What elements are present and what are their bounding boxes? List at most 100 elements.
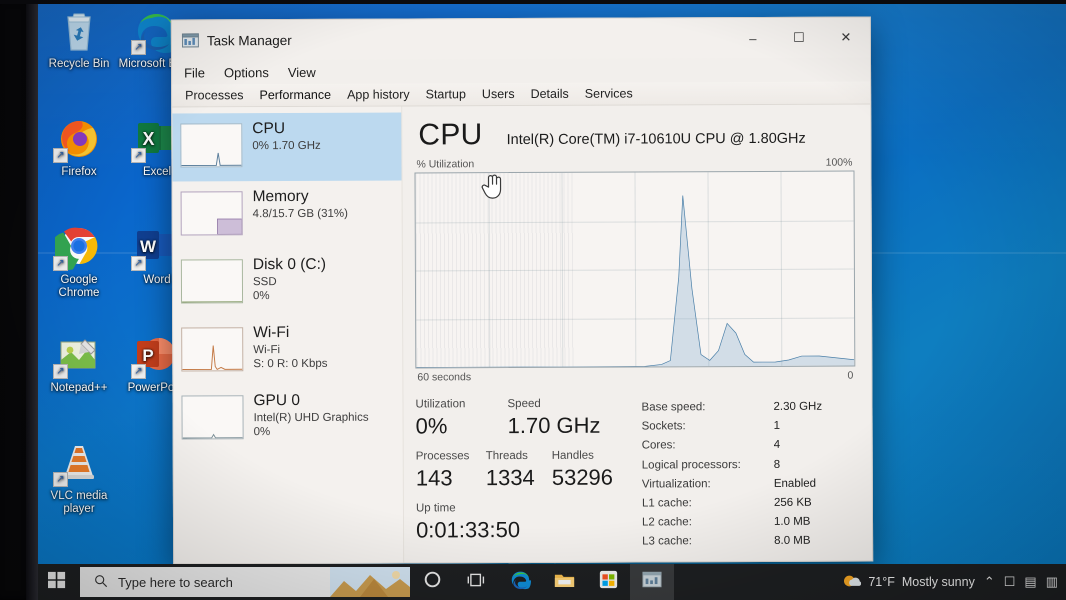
menu-item-view[interactable]: View xyxy=(286,63,318,80)
sidebar-item-title: Memory xyxy=(252,187,309,206)
desktop-icon-google-chrome[interactable]: ↗ Google Chrome xyxy=(40,222,118,300)
page-title: CPU xyxy=(418,118,483,152)
cpu-stats-left: Utilization 0% Speed 1.70 GHz Processes xyxy=(415,397,628,554)
spec-key: Virtualization: xyxy=(641,477,711,491)
taskbar-item-task-view[interactable] xyxy=(454,564,498,600)
tab-processes[interactable]: Processes xyxy=(177,86,251,106)
shortcut-overlay-icon: ↗ xyxy=(53,256,68,271)
spec-value: 256 KB xyxy=(773,496,812,509)
menu-item-file[interactable]: File xyxy=(182,64,207,81)
desktop[interactable]: Recycle Bin ↗ Microsoft Edge ↗ Firefox X… xyxy=(0,0,1066,600)
search-input[interactable]: Type here to search xyxy=(80,567,410,597)
graph-y-max-label: 100% xyxy=(825,156,853,169)
start-button[interactable] xyxy=(34,564,80,600)
sidebar-item-title: Wi-Fi xyxy=(253,324,290,342)
tab-performance[interactable]: Performance xyxy=(251,86,339,106)
spec-cores: Cores: 4 xyxy=(642,436,856,456)
shortcut-overlay-icon: ↗ xyxy=(53,148,68,163)
shortcut-overlay-icon: ↗ xyxy=(131,256,146,271)
sidebar-item-gpu-0[interactable]: GPU 0 Intel(R) UHD Graphics 0% xyxy=(173,385,402,454)
spec-l2-cache: L2 cache: 1.0 MB xyxy=(642,513,856,533)
desktop-icon-notepad-plus-plus[interactable]: ↗ Notepad++ xyxy=(40,330,118,395)
menu-bar: File Options View xyxy=(172,57,870,84)
window-titlebar[interactable]: Task Manager – ☐ ✕ xyxy=(171,17,870,61)
cpu-header: CPU Intel(R) Core(TM) i7-10610U CPU @ 1.… xyxy=(414,113,854,159)
vlc-cone-icon: ↗ xyxy=(53,438,103,487)
sidebar-item-sub2: 0% xyxy=(253,426,271,439)
weather-widget[interactable]: 71°F Mostly sunny xyxy=(842,573,975,592)
desktop-icon-firefox[interactable]: ↗ Firefox xyxy=(40,114,118,179)
sidebar-item-memory[interactable]: Memory 4.8/15.7 GB (31%) xyxy=(173,181,402,250)
performance-resource-list[interactable]: CPU 0% 1.70 GHz Memory 4.8/15.7 GB (31%) xyxy=(172,106,405,565)
tray-show-hidden-icons-button[interactable]: ⌃ xyxy=(984,574,995,590)
maximize-button[interactable]: ☐ xyxy=(776,18,822,58)
sidebar-item-wifi[interactable]: Wi-Fi Wi-Fi S: 0 R: 0 Kbps xyxy=(173,317,402,386)
spec-value: 1 xyxy=(773,420,781,433)
taskbar-item-file-explorer[interactable] xyxy=(542,564,586,600)
screen-bezel-top xyxy=(0,0,1066,4)
tray-battery-icon[interactable]: ▥ xyxy=(1046,574,1058,590)
menu-item-options[interactable]: Options xyxy=(222,64,271,81)
cpu-stats: Utilization 0% Speed 1.70 GHz Processes xyxy=(415,396,856,554)
stat-value: 53296 xyxy=(551,464,614,490)
tab-details[interactable]: Details xyxy=(523,85,577,105)
spec-value: 8.0 MB xyxy=(774,535,811,548)
svg-text:W: W xyxy=(140,237,157,256)
cpu-utilization-graph[interactable] xyxy=(414,170,856,369)
tab-strip: Processes Performance App history Startu… xyxy=(172,81,871,108)
desktop-icon-vlc-media-player[interactable]: ↗ VLC media player xyxy=(40,438,118,516)
spec-value: 8 xyxy=(773,458,781,471)
svg-text:X: X xyxy=(142,129,154,149)
tray-volume-icon[interactable]: ▤ xyxy=(1024,574,1036,590)
sidebar-item-cpu[interactable]: CPU 0% 1.70 GHz xyxy=(172,112,402,182)
spec-value: 1.0 MB xyxy=(773,515,811,529)
windows-logo-icon xyxy=(48,571,66,594)
stat-key: Handles xyxy=(551,449,594,462)
spec-key: L1 cache: xyxy=(641,497,692,510)
task-manager-icon xyxy=(181,32,199,48)
desktop-icon-label: VLC media player xyxy=(50,490,108,515)
tab-services[interactable]: Services xyxy=(577,84,641,104)
sidebar-item-sub2: S: 0 R: 0 Kbps xyxy=(253,357,328,371)
taskbar[interactable]: Type here to search 71°F Mostly sunny ⌃ … xyxy=(34,564,1066,600)
sidebar-item-text: Wi-Fi Wi-Fi S: 0 R: 0 Kbps xyxy=(253,323,327,371)
stat-key: Processes xyxy=(415,450,470,463)
stat-value: 0:01:33:50 xyxy=(415,517,521,543)
stat-key: Threads xyxy=(485,449,528,463)
taskbar-item-microsoft-store[interactable] xyxy=(586,564,630,600)
graph-y-label: % Utilization xyxy=(416,158,475,171)
tab-startup[interactable]: Startup xyxy=(418,85,474,105)
search-placeholder: Type here to search xyxy=(118,574,233,590)
tab-app-history[interactable]: App history xyxy=(339,85,418,105)
cpu-spec-list: Base speed: 2.30 GHz Sockets: 1 Cores: 4 xyxy=(627,396,856,553)
stat-value: 0% xyxy=(415,413,448,439)
spec-value: 4 xyxy=(773,439,781,452)
taskbar-item-task-manager[interactable] xyxy=(630,564,674,600)
stat-row-3: Up time 0:01:33:50 xyxy=(416,501,628,544)
close-button[interactable]: ✕ xyxy=(822,17,870,57)
stat-key: Utilization xyxy=(415,398,466,411)
minimize-button[interactable]: – xyxy=(730,18,776,58)
spec-key: L2 cache: xyxy=(641,516,692,529)
cortana-circle-icon xyxy=(424,571,441,593)
sidebar-item-sub1: 4.8/15.7 GB (31%) xyxy=(252,207,348,221)
shortcut-overlay-icon: ↗ xyxy=(131,40,146,55)
stat-up-time: Up time 0:01:33:50 xyxy=(416,501,520,543)
tab-users[interactable]: Users xyxy=(474,85,523,105)
window-title: Task Manager xyxy=(206,32,292,48)
window-controls: – ☐ ✕ xyxy=(730,17,870,58)
desktop-icon-recycle-bin[interactable]: Recycle Bin xyxy=(40,6,118,71)
sidebar-item-disk-0[interactable]: Disk 0 (C:) SSD 0% xyxy=(173,249,402,318)
taskbar-item-cortana[interactable] xyxy=(410,564,454,600)
shortcut-overlay-icon: ↗ xyxy=(131,148,146,163)
task-manager-window[interactable]: Task Manager – ☐ ✕ File Options View Pro… xyxy=(170,16,874,565)
stat-key: Up time xyxy=(415,502,456,515)
task-view-icon xyxy=(467,572,486,593)
shortcut-overlay-icon: ↗ xyxy=(131,364,146,379)
taskbar-item-edge[interactable] xyxy=(498,564,542,600)
sidebar-item-sub2: 0% xyxy=(252,290,270,303)
cpu-model-name: Intel(R) Core(TM) i7-10610U CPU @ 1.80GH… xyxy=(506,130,806,149)
tray-network-icon[interactable]: ☐ xyxy=(1004,574,1016,590)
spec-l3-cache: L3 cache: 8.0 MB xyxy=(642,532,856,552)
spec-value: 2.30 GHz xyxy=(773,400,823,413)
